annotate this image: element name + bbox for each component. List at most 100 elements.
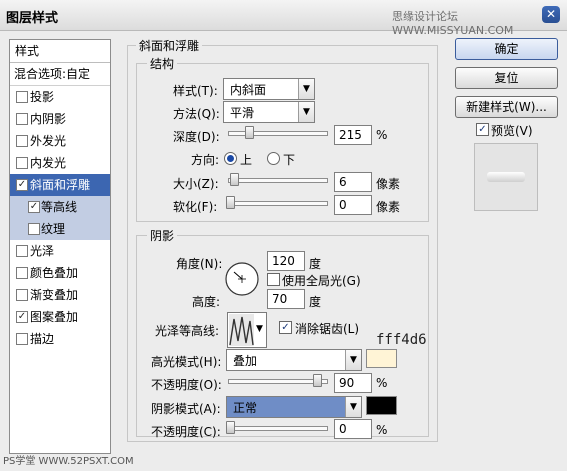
style-item-checkbox[interactable] [16,333,28,345]
soften-slider[interactable] [228,201,328,206]
style-item-label: 内发光 [30,156,67,170]
ok-button[interactable]: 确定 [455,38,558,60]
bevel-emboss-title: 斜面和浮雕 [136,37,203,54]
depth-slider[interactable] [228,131,328,136]
global-light-checkbox[interactable] [267,273,280,286]
preview-checkbox[interactable]: ✓ [476,123,489,136]
chevron-down-icon: ▼ [345,397,361,417]
size-input[interactable]: 6 [334,172,372,192]
technique-select-value: 平滑 [230,106,255,120]
style-item-checkbox[interactable] [28,223,40,235]
style-list-item[interactable]: ✓ 等高线 [10,196,110,218]
style-item-checkbox[interactable]: ✓ [16,311,28,323]
style-list-item[interactable]: 内阴影 [10,108,110,130]
style-select[interactable]: 内斜面 ▼ [223,78,315,100]
soften-value: 0 [339,198,347,212]
new-style-button[interactable]: 新建样式(W)... [455,96,558,118]
check-icon: ✓ [478,124,487,135]
angle-dial[interactable] [224,261,260,297]
size-label: 大小(Z): [173,177,219,191]
soften-input[interactable]: 0 [334,195,372,215]
direction-up-radio[interactable] [224,152,237,165]
style-item-checkbox[interactable] [16,245,28,257]
style-item-checkbox[interactable] [16,91,28,103]
close-icon: ✕ [545,7,557,21]
altitude-unit: 度 [309,295,322,309]
style-list-item[interactable]: ✓ 图案叠加 [10,306,110,328]
style-item-checkbox[interactable] [16,113,28,125]
shadow-opacity-slider-thumb[interactable] [226,421,235,434]
style-select-value: 内斜面 [230,83,267,97]
direction-down-label: 下 [283,153,296,167]
angle-input[interactable]: 120 [267,251,305,271]
antialias-label: 消除锯齿(L) [295,322,360,336]
shadow-mode-label: 阴影模式(A): [151,402,221,416]
style-list-item[interactable]: 光泽 [10,240,110,262]
size-value: 6 [339,175,347,189]
shadow-opacity-label: 不透明度(C): [151,425,221,439]
highlight-mode-select[interactable]: 叠加 ▼ [226,349,362,371]
style-list-item[interactable]: 纹理 [10,218,110,240]
style-item-label: 外发光 [30,134,67,148]
shadow-opacity-unit: % [376,423,388,437]
title-bar: 图层样式 思缘设计论坛 WWW.MISSYUAN.COM ✕ [0,0,567,37]
altitude-input[interactable]: 70 [267,289,305,309]
shadow-opacity-slider[interactable] [228,426,328,431]
shadow-color-swatch[interactable] [366,396,397,415]
angle-dial-icon [225,262,259,296]
highlight-mode-value: 叠加 [233,354,258,368]
style-item-label: 等高线 [41,200,78,214]
style-item-label: 颜色叠加 [30,266,79,280]
shadow-mode-select[interactable]: 正常 ▼ [226,396,362,418]
style-item-checkbox[interactable] [16,267,28,279]
style-list-item[interactable]: 渐变叠加 [10,284,110,306]
contour-dropdown-icon[interactable]: ▼ [256,324,263,334]
style-item-label: 斜面和浮雕 [30,178,91,192]
style-list-item[interactable]: 投影 [10,86,110,108]
style-item-checkbox[interactable] [16,135,28,147]
style-list-item[interactable]: 外发光 [10,130,110,152]
style-item-checkbox[interactable] [16,289,28,301]
highlight-color-swatch[interactable] [366,349,397,368]
size-unit: 像素 [376,177,401,191]
blend-options-item[interactable]: 混合选项:自定 [10,63,110,86]
reset-button[interactable]: 复位 [455,67,558,89]
highlight-opacity-slider-thumb[interactable] [313,374,322,387]
style-item-checkbox[interactable]: ✓ [16,179,28,191]
shadow-mode-value: 正常 [233,401,258,415]
altitude-value: 70 [272,292,288,306]
highlight-opacity-input[interactable]: 90 [334,373,372,393]
antialias-checkbox[interactable]: ✓ [279,321,292,334]
preview-label: 预览(V) [491,124,533,138]
style-list-item[interactable]: 颜色叠加 [10,262,110,284]
soften-unit: 像素 [376,200,401,214]
style-list-item[interactable]: 描边 [10,328,110,350]
size-slider-thumb[interactable] [230,173,239,186]
technique-select[interactable]: 平滑 ▼ [223,101,315,123]
style-list-item[interactable]: 内发光 [10,152,110,174]
direction-down-radio[interactable] [267,152,280,165]
style-item-label: 投影 [30,90,55,104]
style-item-checkbox[interactable]: ✓ [28,201,40,213]
depth-slider-thumb[interactable] [245,126,254,139]
style-item-label: 描边 [30,332,55,346]
depth-label: 深度(D): [173,130,220,144]
style-preview-thumbnail [474,143,538,211]
gloss-contour-picker[interactable]: ▼ [227,312,267,348]
structure-title: 结构 [147,55,178,72]
angle-value: 120 [272,254,295,268]
close-button[interactable]: ✕ [542,6,560,23]
style-list-header[interactable]: 样式 [10,40,110,63]
soften-slider-thumb[interactable] [226,196,235,209]
style-item-checkbox[interactable] [16,157,28,169]
preview-shape [487,172,525,182]
depth-input[interactable]: 215 [334,125,372,145]
size-slider[interactable] [228,178,328,183]
shadow-opacity-value: 0 [339,422,347,436]
altitude-label: 高度: [192,295,221,309]
check-icon: ✓ [281,322,290,333]
shadow-opacity-input[interactable]: 0 [334,419,372,439]
style-list-item[interactable]: ✓ 斜面和浮雕 [10,174,110,196]
style-item-label: 光泽 [30,244,55,258]
style-item-label: 内阴影 [30,112,67,126]
